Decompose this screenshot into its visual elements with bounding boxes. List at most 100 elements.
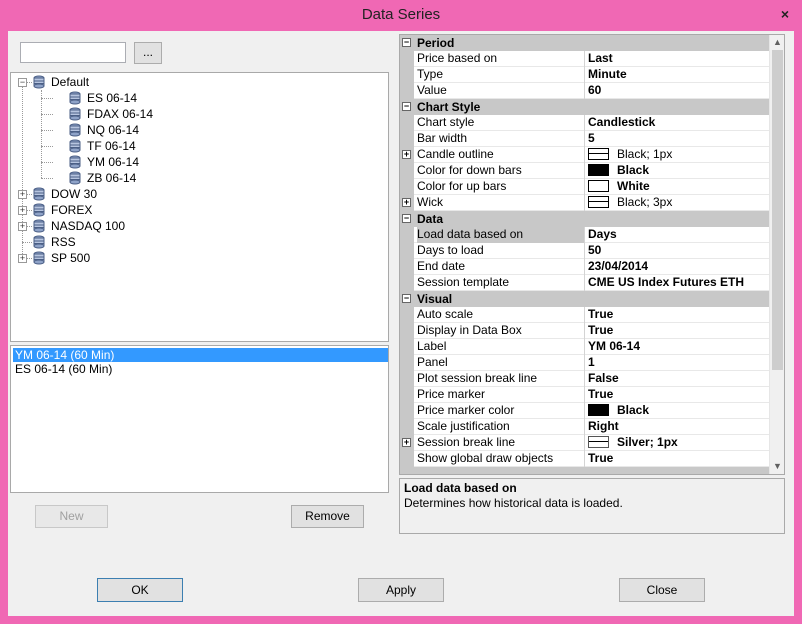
- property-row[interactable]: Label YM 06-14: [400, 339, 771, 355]
- tree-item[interactable]: RSS: [11, 234, 381, 250]
- property-row[interactable]: Load data based on Days: [400, 227, 771, 243]
- remove-button[interactable]: Remove: [291, 505, 364, 528]
- close-window-icon[interactable]: ×: [776, 6, 794, 24]
- property-value[interactable]: 60: [588, 83, 770, 98]
- expand-icon[interactable]: +: [402, 150, 411, 159]
- property-value[interactable]: 1: [588, 355, 770, 370]
- property-value[interactable]: True: [588, 387, 770, 402]
- category-visual[interactable]: − Visual: [400, 291, 771, 307]
- property-value[interactable]: Candlestick: [588, 115, 770, 130]
- property-row[interactable]: Price marker True: [400, 387, 771, 403]
- collapse-icon[interactable]: −: [402, 102, 411, 111]
- ok-button[interactable]: OK: [97, 578, 183, 602]
- row-gutter: [400, 371, 414, 387]
- row-gutter: [400, 115, 414, 131]
- property-row[interactable]: Show global draw objects True: [400, 451, 771, 467]
- row-gutter: [400, 275, 414, 291]
- property-value[interactable]: Black: [588, 403, 770, 418]
- tree-item[interactable]: NQ 06-14: [11, 122, 381, 138]
- category-data[interactable]: − Data: [400, 211, 771, 227]
- tree-item[interactable]: ZB 06-14: [11, 170, 381, 186]
- property-row[interactable]: Price marker color Black: [400, 403, 771, 419]
- tree-item[interactable]: + FOREX: [11, 202, 381, 218]
- new-button[interactable]: New: [35, 505, 108, 528]
- property-value[interactable]: Black; 1px: [588, 147, 770, 162]
- property-row[interactable]: Price based on Last: [400, 51, 771, 67]
- property-name: Candle outline: [417, 147, 585, 163]
- series-list[interactable]: YM 06-14 (60 Min) ES 06-14 (60 Min): [10, 345, 389, 493]
- tree-item[interactable]: + DOW 30: [11, 186, 381, 202]
- expand-icon[interactable]: +: [18, 222, 27, 231]
- property-value[interactable]: Black: [588, 163, 770, 178]
- property-row[interactable]: Auto scale True: [400, 307, 771, 323]
- property-value[interactable]: Right: [588, 419, 770, 434]
- series-list-item[interactable]: ES 06-14 (60 Min): [13, 362, 388, 376]
- scroll-thumb[interactable]: [772, 50, 783, 370]
- expand-icon[interactable]: +: [18, 206, 27, 215]
- property-grid-scrollbar[interactable]: ▲ ▼: [769, 35, 784, 474]
- instrument-tree[interactable]: − Default ES 06-14 FDAX 06-14 NQ 06-14 TF 06-…: [10, 72, 389, 342]
- close-button[interactable]: Close: [619, 578, 705, 602]
- expand-icon[interactable]: +: [402, 438, 411, 447]
- property-value[interactable]: Silver; 1px: [588, 435, 770, 450]
- category-chart-style[interactable]: − Chart Style: [400, 99, 771, 115]
- property-row[interactable]: Color for up bars White: [400, 179, 771, 195]
- property-value[interactable]: True: [588, 307, 770, 322]
- property-row[interactable]: Session template CME US Index Futures ETH: [400, 275, 771, 291]
- property-value[interactable]: True: [588, 323, 770, 338]
- property-value[interactable]: YM 06-14: [588, 339, 770, 354]
- property-grid[interactable]: − Period Price based on Last Type Minute Value…: [399, 34, 785, 475]
- series-list-item[interactable]: YM 06-14 (60 Min): [13, 348, 388, 362]
- category-partial[interactable]: [400, 467, 771, 474]
- property-value-text: Right: [588, 419, 619, 433]
- tree-item[interactable]: + NASDAQ 100: [11, 218, 381, 234]
- property-row[interactable]: + Session break line Silver; 1px: [400, 435, 771, 451]
- property-row[interactable]: Type Minute: [400, 67, 771, 83]
- property-row[interactable]: Panel 1: [400, 355, 771, 371]
- row-gutter: [400, 339, 414, 355]
- expand-icon[interactable]: +: [18, 190, 27, 199]
- property-value[interactable]: Last: [588, 51, 770, 66]
- property-row[interactable]: + Wick Black; 3px: [400, 195, 771, 211]
- property-value[interactable]: Days: [588, 227, 770, 242]
- property-value[interactable]: True: [588, 451, 770, 466]
- property-row[interactable]: Plot session break line False: [400, 371, 771, 387]
- property-row[interactable]: Color for down bars Black: [400, 163, 771, 179]
- property-value[interactable]: Black; 3px: [588, 195, 770, 210]
- collapse-icon[interactable]: −: [18, 78, 27, 87]
- tree-item[interactable]: TF 06-14: [11, 138, 381, 154]
- search-input[interactable]: [20, 42, 126, 63]
- scroll-down-icon[interactable]: ▼: [770, 459, 784, 474]
- scroll-up-icon[interactable]: ▲: [770, 35, 784, 50]
- property-row[interactable]: + Candle outline Black; 1px: [400, 147, 771, 163]
- tree-item[interactable]: ES 06-14: [11, 90, 381, 106]
- property-row[interactable]: Days to load 50: [400, 243, 771, 259]
- tree-item[interactable]: FDAX 06-14: [11, 106, 381, 122]
- apply-button[interactable]: Apply: [358, 578, 444, 602]
- property-row[interactable]: Bar width 5: [400, 131, 771, 147]
- property-value[interactable]: 50: [588, 243, 770, 258]
- collapse-icon[interactable]: −: [402, 38, 411, 47]
- browse-button[interactable]: ...: [134, 42, 162, 64]
- property-value[interactable]: CME US Index Futures ETH: [588, 275, 770, 290]
- property-value[interactable]: 23/04/2014: [588, 259, 770, 274]
- tree-item[interactable]: + SP 500: [11, 250, 381, 266]
- property-row[interactable]: Value 60: [400, 83, 771, 99]
- property-value[interactable]: Minute: [588, 67, 770, 82]
- property-row[interactable]: Scale justification Right: [400, 419, 771, 435]
- property-value[interactable]: White: [588, 179, 770, 194]
- collapse-icon[interactable]: −: [402, 214, 411, 223]
- property-row[interactable]: Chart style Candlestick: [400, 115, 771, 131]
- property-name: Session template: [417, 275, 585, 291]
- property-row[interactable]: End date 23/04/2014: [400, 259, 771, 275]
- tree-item[interactable]: YM 06-14: [11, 154, 381, 170]
- property-row[interactable]: Display in Data Box True: [400, 323, 771, 339]
- expand-icon[interactable]: +: [18, 254, 27, 263]
- expand-icon[interactable]: +: [402, 198, 411, 207]
- property-value[interactable]: 5: [588, 131, 770, 146]
- property-value[interactable]: False: [588, 371, 770, 386]
- color-swatch: [588, 180, 609, 192]
- collapse-icon[interactable]: −: [402, 294, 411, 303]
- tree-item[interactable]: − Default: [11, 74, 381, 90]
- category-period[interactable]: − Period: [400, 35, 771, 51]
